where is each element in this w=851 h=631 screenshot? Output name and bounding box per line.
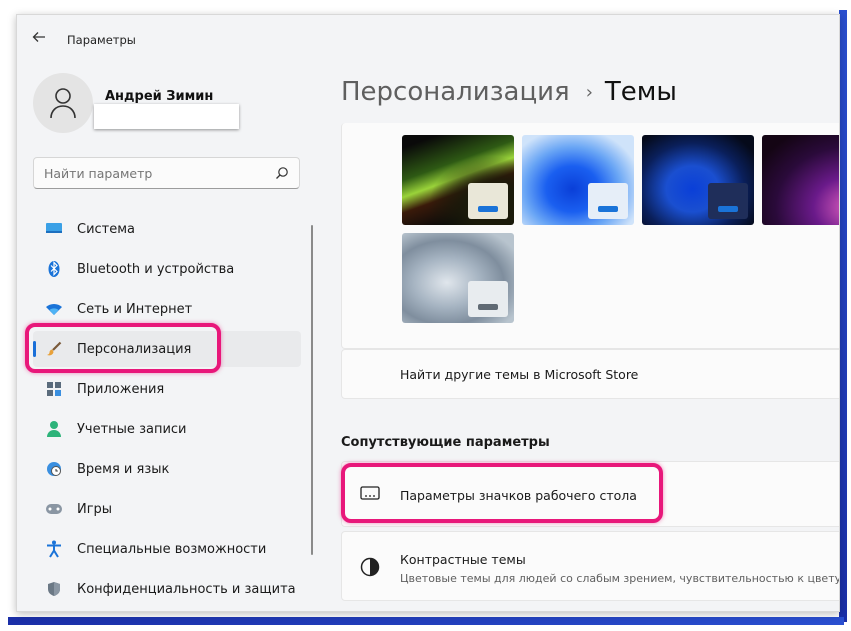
gamepad-icon (45, 500, 63, 518)
sidebar-item-label: Приложения (77, 381, 165, 397)
user-name: Андрей Зимин (105, 89, 214, 104)
theme-thumbnail-glow-purple[interactable] (762, 135, 839, 225)
page-title: Темы (604, 77, 677, 107)
avatar[interactable] (33, 73, 93, 133)
theme-thumbnail-bloom-dark[interactable] (642, 135, 754, 225)
sidebar-item-bluetooth[interactable]: Bluetooth и устройства (33, 251, 301, 287)
shield-icon (45, 580, 63, 598)
apps-icon (45, 380, 63, 398)
sidebar-item-privacy[interactable]: Конфиденциальность и защита (33, 571, 301, 607)
sidebar-item-label: Специальные возможности (77, 541, 267, 557)
bluetooth-icon (45, 260, 63, 278)
sidebar-item-label: Система (77, 221, 136, 237)
theme-thumbnail-captured-motion[interactable] (402, 233, 514, 323)
sidebar-item-label: Время и язык (77, 461, 170, 477)
store-link[interactable]: Найти другие темы в Microsoft Store (400, 367, 638, 382)
settings-window: Параметры Андрей Зимин Систе (16, 14, 840, 612)
window-frame-right (839, 10, 847, 622)
sidebar-item-time-language[interactable]: Время и язык (33, 451, 301, 487)
sidebar-nav: Система Bluetooth и устройства Сеть и Ин… (33, 211, 301, 611)
store-link-row[interactable]: Найти другие темы в Microsoft Store (341, 349, 839, 399)
theme-thumbnail-bloom-light[interactable] (522, 135, 634, 225)
app-title: Параметры (67, 33, 136, 47)
back-button[interactable] (29, 29, 49, 49)
accessibility-icon (45, 540, 63, 558)
title-bar: Параметры (17, 15, 839, 63)
sidebar-scrollbar[interactable] (311, 225, 313, 555)
highlight-personalization (25, 323, 221, 373)
sidebar-item-system[interactable]: Система (33, 211, 301, 247)
arrow-left-icon (32, 32, 45, 42)
sidebar-item-accessibility[interactable]: Специальные возможности (33, 531, 301, 567)
section-title: Сопутствующие параметры (341, 435, 550, 450)
sidebar-item-apps[interactable]: Приложения (33, 371, 301, 407)
breadcrumb-parent[interactable]: Персонализация (341, 77, 570, 107)
search-input[interactable] (44, 165, 264, 181)
sidebar-item-label: Игры (77, 501, 113, 517)
sidebar-item-label: Конфиденциальность и защита (77, 581, 296, 597)
highlight-desktop-icon-settings (341, 463, 663, 523)
person-icon (45, 420, 63, 438)
search-icon (276, 167, 288, 179)
theme-thumbnail-glow-green[interactable] (402, 135, 514, 225)
sidebar-item-label: Сеть и Интернет (77, 301, 193, 317)
monitor-icon (45, 220, 63, 238)
breadcrumb: Персонализация › Темы (341, 77, 677, 107)
sidebar-item-label: Bluetooth и устройства (77, 261, 235, 277)
redacted-email (94, 104, 239, 129)
window-frame-bottom (8, 617, 844, 625)
sidebar-item-accounts[interactable]: Учетные записи (33, 411, 301, 447)
sidebar-item-network[interactable]: Сеть и Интернет (33, 291, 301, 327)
row-subtitle: Цветовые темы для людей со слабым зрение… (400, 572, 840, 585)
sidebar-item-label: Учетные записи (77, 421, 187, 437)
sidebar-item-gaming[interactable]: Игры (33, 491, 301, 527)
globe-clock-icon (45, 460, 63, 478)
desktop-background: Параметры Андрей Зимин Систе (0, 0, 851, 631)
contrast-themes-row[interactable]: Контрастные темы Цветовые темы для людей… (341, 531, 840, 601)
search-box[interactable] (33, 157, 300, 189)
row-title: Контрастные темы (400, 552, 526, 567)
contrast-icon (360, 557, 380, 577)
themes-grid (341, 123, 839, 349)
wifi-icon (45, 300, 63, 318)
chevron-right-icon: › (585, 81, 593, 103)
person-icon (50, 88, 76, 119)
